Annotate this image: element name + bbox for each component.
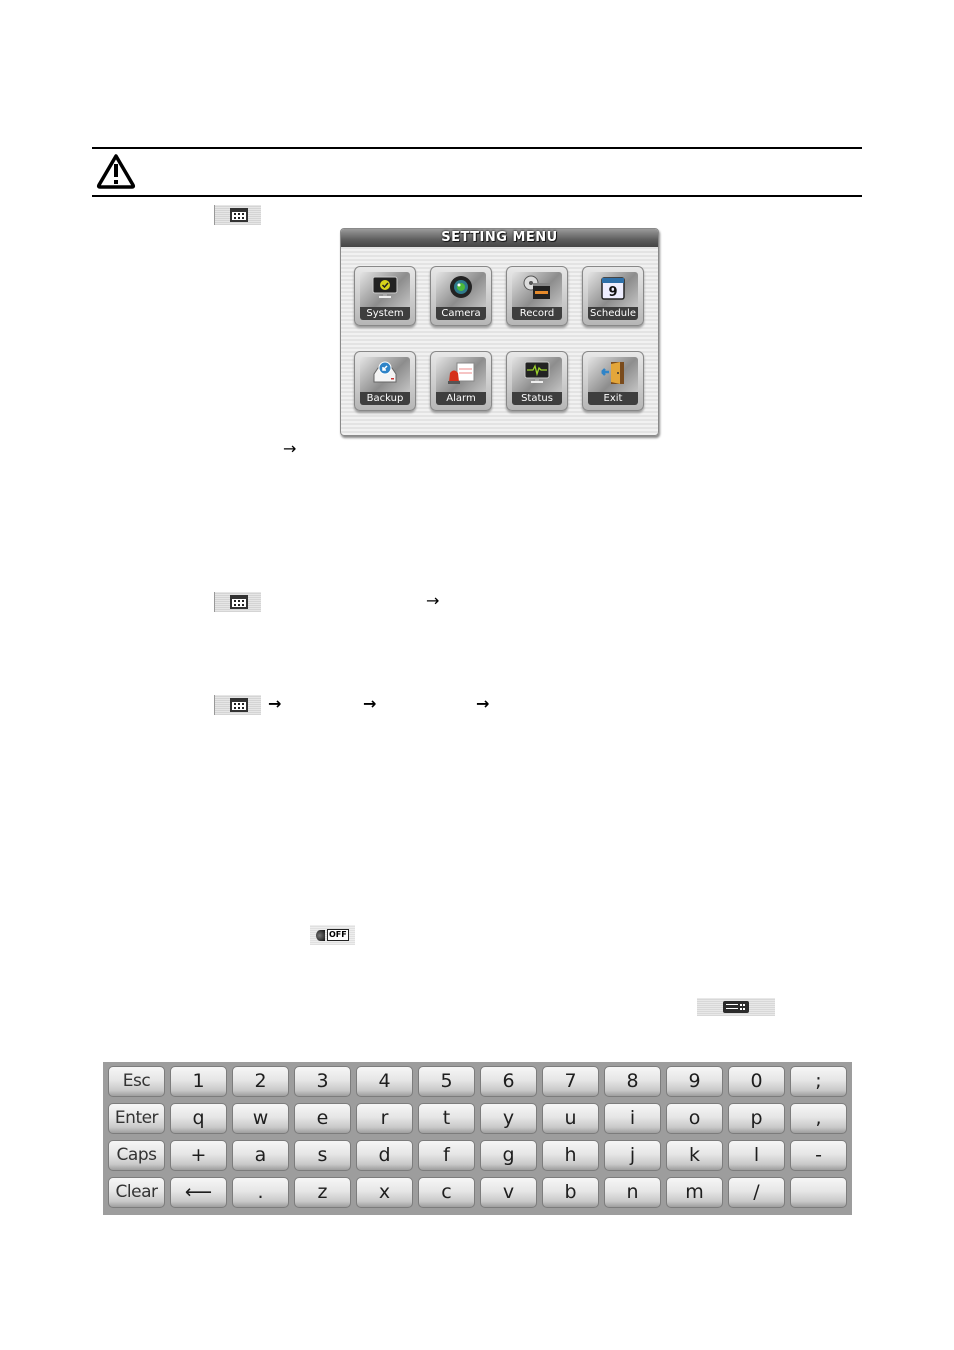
arrow-icon: → <box>363 694 377 713</box>
key-6[interactable]: 6 <box>480 1066 537 1097</box>
arrow-icon: → <box>268 694 282 713</box>
key-u[interactable]: u <box>542 1103 599 1134</box>
key-slash[interactable]: / <box>728 1177 785 1208</box>
virtual-keyboard: Esc 1 2 3 4 5 6 7 8 9 0 ; Enter q w e r … <box>103 1062 852 1215</box>
menu-key-icon <box>214 695 261 715</box>
key-w[interactable]: w <box>232 1103 289 1134</box>
key-r[interactable]: r <box>356 1103 413 1134</box>
menu-button-camera[interactable]: Camera <box>430 266 492 326</box>
menu-button-label: System <box>360 307 410 320</box>
key-k[interactable]: k <box>666 1140 723 1171</box>
key-a[interactable]: a <box>232 1140 289 1171</box>
menu-key-icon <box>214 205 261 225</box>
key-minus[interactable]: - <box>790 1140 847 1171</box>
key-l[interactable]: l <box>728 1140 785 1171</box>
key-space[interactable] <box>790 1177 847 1208</box>
key-x[interactable]: x <box>356 1177 413 1208</box>
key-v[interactable]: v <box>480 1177 537 1208</box>
key-period[interactable]: . <box>232 1177 289 1208</box>
key-semicolon[interactable]: ; <box>790 1066 847 1097</box>
key-d[interactable]: d <box>356 1140 413 1171</box>
calendar-icon: 9 <box>601 277 625 300</box>
key-j[interactable]: j <box>604 1140 661 1171</box>
key-clear[interactable]: Clear <box>108 1177 165 1208</box>
key-backspace[interactable]: ⟵ <box>170 1177 227 1208</box>
setting-menu-panel: SETTING MENU System Camera Record 9 Sche… <box>340 228 659 436</box>
key-s[interactable]: s <box>294 1140 351 1171</box>
menu-button-label: Record <box>512 307 562 320</box>
menu-button-label: Status <box>512 392 562 405</box>
key-4[interactable]: 4 <box>356 1066 413 1097</box>
key-h[interactable]: h <box>542 1140 599 1171</box>
key-e[interactable]: e <box>294 1103 351 1134</box>
key-q[interactable]: q <box>170 1103 227 1134</box>
keyboard-row: Enter q w e r t y u i o p , <box>108 1103 847 1136</box>
alarm-siren-icon <box>448 362 475 384</box>
svg-text:9: 9 <box>608 285 617 300</box>
monitor-check-icon <box>372 276 398 298</box>
warning-bottom-rule <box>92 195 862 197</box>
key-y[interactable]: y <box>480 1103 537 1134</box>
menu-key-icon <box>214 592 261 612</box>
keyboard-row: Esc 1 2 3 4 5 6 7 8 9 0 ; <box>108 1066 847 1099</box>
key-enter[interactable]: Enter <box>108 1103 165 1134</box>
key-comma[interactable]: , <box>790 1103 847 1134</box>
menu-button-backup[interactable]: Backup <box>354 351 416 411</box>
menu-button-alarm[interactable]: Alarm <box>430 351 492 411</box>
key-c[interactable]: c <box>418 1177 475 1208</box>
exit-door-icon <box>601 362 624 384</box>
key-b[interactable]: b <box>542 1177 599 1208</box>
key-esc[interactable]: Esc <box>108 1066 165 1097</box>
arrow-icon: → <box>426 591 440 610</box>
warning-top-rule <box>92 147 862 149</box>
menu-button-label: Exit <box>588 392 638 405</box>
key-7[interactable]: 7 <box>542 1066 599 1097</box>
key-g[interactable]: g <box>480 1140 537 1171</box>
menu-button-label: Schedule <box>588 307 638 320</box>
menu-button-exit[interactable]: Exit <box>582 351 644 411</box>
off-label: OFF <box>327 929 349 941</box>
key-1[interactable]: 1 <box>170 1066 227 1097</box>
key-t[interactable]: t <box>418 1103 475 1134</box>
key-plus[interactable]: + <box>170 1140 227 1171</box>
key-z[interactable]: z <box>294 1177 351 1208</box>
key-m[interactable]: m <box>666 1177 723 1208</box>
film-reel-icon <box>523 275 550 299</box>
speaker-icon <box>316 930 325 941</box>
menu-button-system[interactable]: System <box>354 266 416 326</box>
audio-off-icon: OFF <box>310 925 355 945</box>
menu-button-record[interactable]: Record <box>506 266 568 326</box>
menu-button-status[interactable]: Status <box>506 351 568 411</box>
key-3[interactable]: 3 <box>294 1066 351 1097</box>
backup-drive-icon <box>373 361 397 383</box>
menu-button-label: Camera <box>436 307 486 320</box>
key-8[interactable]: 8 <box>604 1066 661 1097</box>
key-i[interactable]: i <box>604 1103 661 1134</box>
arrow-icon: → <box>283 439 297 458</box>
key-caps[interactable]: Caps <box>108 1140 165 1171</box>
key-p[interactable]: p <box>728 1103 785 1134</box>
key-n[interactable]: n <box>604 1177 661 1208</box>
key-9[interactable]: 9 <box>666 1066 723 1097</box>
menu-button-label: Alarm <box>436 392 486 405</box>
key-2[interactable]: 2 <box>232 1066 289 1097</box>
keyboard-row: Caps + a s d f g h j k l - <box>108 1140 847 1173</box>
warning-triangle-icon <box>96 154 136 189</box>
keyboard-row: Clear ⟵ . z x c v b n m / <box>108 1177 847 1210</box>
menu-button-schedule[interactable]: 9 Schedule <box>582 266 644 326</box>
key-0[interactable]: 0 <box>728 1066 785 1097</box>
keyboard-icon <box>697 998 775 1016</box>
key-5[interactable]: 5 <box>418 1066 475 1097</box>
status-monitor-icon <box>524 361 550 383</box>
menu-button-label: Backup <box>360 392 410 405</box>
key-o[interactable]: o <box>666 1103 723 1134</box>
key-f[interactable]: f <box>418 1140 475 1171</box>
setting-menu-title: SETTING MENU <box>341 229 658 247</box>
arrow-icon: → <box>476 694 490 713</box>
camera-lens-icon <box>450 276 472 298</box>
